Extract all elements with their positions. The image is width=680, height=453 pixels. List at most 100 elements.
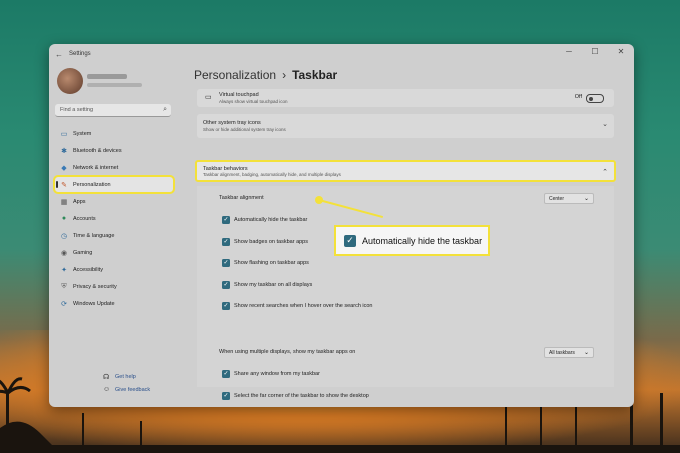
sidebar-item-personalization[interactable]: ✎ Personalization [53, 175, 175, 194]
sidebar-item-apps[interactable]: ▦ Apps [55, 194, 173, 209]
give-feedback-label: Give feedback [115, 386, 151, 393]
sidebar-item-privacy-security[interactable]: ⛨ Privacy & security [55, 279, 173, 294]
nav-icon: ✦ [61, 266, 67, 274]
sidebar-item-label: System [73, 130, 92, 137]
callout-label: Automatically hide the taskbar [362, 235, 483, 246]
sidebar-item-network-internet[interactable]: ◆ Network & internet [55, 160, 173, 175]
checkbox-checked-icon[interactable]: ✓ [222, 302, 230, 310]
search-input[interactable]: Find a setting ⌕ [55, 104, 171, 117]
breadcrumb-separator: › [282, 68, 287, 82]
alignment-dropdown[interactable]: Center ⌄ [544, 193, 594, 204]
checkbox-checked-icon[interactable]: ✓ [222, 259, 230, 267]
nav-icon: ✱ [61, 147, 67, 155]
avatar[interactable] [57, 68, 83, 94]
back-arrow-icon[interactable]: ← [49, 50, 69, 59]
breadcrumb-parent[interactable]: Personalization [194, 68, 276, 82]
taskbar-behaviors-header[interactable]: Taskbar behaviors Taskbar alignment, bad… [195, 160, 616, 182]
touchpad-subtitle: Always show virtual touchpad icon [219, 99, 288, 104]
user-email-blurred [87, 83, 142, 87]
alignment-label: Taskbar alignment [219, 195, 264, 201]
checkbox-row[interactable]: ✓ Show recent searches when I hover over … [197, 296, 614, 316]
checkbox-row[interactable]: ✓ Show my taskbar on all displays [197, 275, 614, 295]
touchpad-toggle[interactable] [586, 94, 604, 103]
get-help-link[interactable]: ☊ Get help [103, 370, 150, 383]
search-placeholder: Find a setting [60, 107, 94, 113]
nav-icon: ⛨ [61, 282, 67, 290]
checkbox-label: Automatically hide the taskbar [234, 217, 308, 223]
sidebar-item-label: Personalization [73, 181, 111, 188]
sidebar-item-system[interactable]: ▭ System [55, 126, 173, 141]
sidebar-item-label: Time & language [73, 232, 115, 239]
touchpad-state: Off [574, 94, 582, 100]
checkbox-checked-icon[interactable]: ✓ [222, 216, 230, 224]
virtual-touchpad-row[interactable]: ▭ Virtual touchpad Always show virtual t… [197, 89, 614, 107]
sidebar-item-time-language[interactable]: ◷ Time & language [55, 228, 173, 243]
user-name-blurred [87, 74, 127, 79]
checkbox-checked-icon[interactable]: ✓ [222, 370, 230, 378]
title-bar: ← Settings ─ ☐ ✕ [49, 44, 634, 64]
nav-icon: ▦ [60, 198, 68, 206]
alignment-value: Center [549, 196, 565, 202]
get-help-label: Get help [115, 373, 136, 380]
sidebar-item-accounts[interactable]: ● Accounts [55, 211, 173, 226]
checkbox-label: Share any window from my taskbar [234, 371, 320, 377]
checkbox-checked-icon[interactable]: ✓ [222, 280, 230, 289]
breadcrumb: Personalization › Taskbar [194, 68, 337, 82]
nav-icon: ▭ [60, 130, 68, 138]
minimize-button[interactable]: ─ [556, 47, 582, 56]
chevron-down-icon: ⌄ [583, 350, 589, 356]
multi-display-label: When using multiple displays, show my ta… [219, 349, 356, 355]
sidebar-item-label: Gaming [73, 249, 93, 256]
chevron-down-icon: ⌄ [583, 196, 589, 202]
multi-display-dropdown[interactable]: All taskbars ⌄ [544, 347, 594, 358]
checkbox-label: Show flashing on taskbar apps [234, 260, 309, 266]
sidebar-item-label: Windows Update [73, 300, 115, 307]
checkbox-checked-icon: ✓ [344, 234, 356, 247]
sidebar-item-bluetooth-devices[interactable]: ✱ Bluetooth & devices [55, 143, 173, 158]
nav-icon: ◆ [61, 164, 67, 172]
give-feedback-link[interactable]: ☺ Give feedback [103, 383, 150, 396]
checkbox-row[interactable]: ✓ Share any window from my taskbar [197, 364, 614, 384]
sidebar-item-label: Privacy & security [73, 283, 117, 290]
nav-icon: ◉ [60, 249, 68, 257]
system-tray-icons-row[interactable]: Other system tray icons Show or hide add… [197, 114, 614, 138]
checkbox-checked-icon[interactable]: ✓ [222, 237, 230, 246]
checkbox-checked-icon[interactable]: ✓ [222, 391, 230, 400]
feedback-icon: ☺ [103, 386, 111, 393]
search-icon: ⌕ [163, 106, 167, 113]
help-icon: ☊ [103, 373, 110, 381]
page-title: Taskbar [292, 68, 338, 82]
taskbar-behaviors-section: Taskbar alignment Center ⌄ ✓ Automaticall… [197, 186, 614, 400]
sidebar-item-label: Accounts [73, 215, 96, 222]
multi-display-value: All taskbars [549, 350, 575, 356]
nav-icon: ✎ [61, 181, 67, 189]
sidebar-item-label: Network & internet [73, 164, 119, 171]
checkbox-row[interactable]: ✓ Show flashing on taskbar apps [197, 253, 614, 273]
sidebar-item-windows-update[interactable]: ⟳ Windows Update [55, 296, 173, 311]
sidebar-item-label: Accessibility [73, 266, 103, 273]
behaviors-subtitle: Taskbar alignment, badging, automaticall… [203, 172, 341, 177]
sidebar-item-accessibility[interactable]: ✦ Accessibility [55, 262, 173, 277]
checkbox-label: Show badges on taskbar apps [234, 238, 308, 245]
chevron-up-icon: ⌃ [602, 169, 608, 176]
close-button[interactable]: ✕ [608, 47, 634, 56]
maximize-button[interactable]: ☐ [582, 47, 608, 56]
multi-display-row: When using multiple displays, show my ta… [197, 342, 614, 362]
sidebar-nav: ▭ System ✱ Bluetooth & devices ◆ Network & in… [53, 126, 175, 313]
touchpad-icon: ▭ [205, 94, 212, 101]
sidebar-item-label: Bluetooth & devices [73, 147, 122, 154]
checkbox-label: Select the far corner of the taskbar to … [234, 392, 369, 399]
checkbox-row[interactable]: ✓ Select the far corner of the taskbar to… [197, 386, 614, 406]
window-title: Settings [69, 51, 91, 57]
touchpad-title: Virtual touchpad [219, 92, 259, 98]
nav-icon: ⟳ [61, 300, 67, 308]
alignment-row: Taskbar alignment Center ⌄ [197, 188, 614, 208]
checkbox-label: Show my taskbar on all displays [234, 281, 313, 288]
tray-subtitle: Show or hide additional system tray icon… [203, 127, 286, 132]
checkbox-label: Show recent searches when I hover over t… [234, 303, 373, 309]
tray-title: Other system tray icons [203, 120, 261, 126]
sidebar: Find a setting ⌕ ▭ System ✱ Bluetooth & dev… [49, 64, 179, 407]
sidebar-item-gaming[interactable]: ◉ Gaming [55, 245, 173, 260]
callout-box: ✓ Automatically hide the taskbar [334, 225, 490, 256]
nav-icon: ◷ [60, 232, 68, 240]
